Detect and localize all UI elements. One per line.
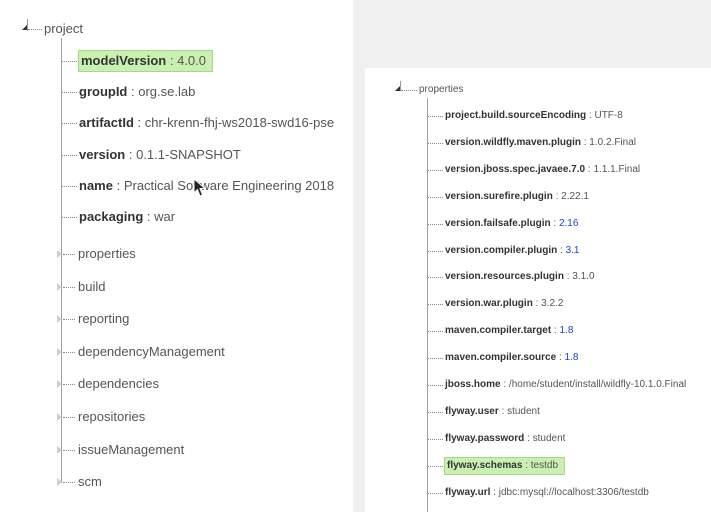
tree-leaf-version-war-plugin[interactable]: version.war.plugin : 3.2.2 [445, 296, 563, 312]
tree-node-issuemanagement[interactable]: issueManagement [78, 440, 184, 460]
leaf-key: project.build.sourceEncoding [445, 110, 587, 121]
leaf-key: modelVersion [81, 53, 167, 68]
leaf-key: name [79, 177, 113, 193]
leaf-key: jboss.home [445, 379, 501, 390]
project-tree-panel: project modelVersion : 4.0.0 groupId : or… [0, 0, 353, 512]
leaf-value: 3.1 [565, 244, 580, 256]
leaf-value: org.se.lab [138, 84, 196, 100]
leaf-key: maven.compiler.source [445, 352, 557, 364]
leaf-value: 2.16 [558, 217, 579, 229]
tree-node-properties[interactable]: properties [78, 244, 136, 264]
tree-leaf-maven-compiler-source[interactable]: maven.compiler.source : 1.8 [445, 350, 578, 366]
leaf-value: 4.0.0 [177, 53, 207, 68]
tree-node-scm[interactable]: scm [78, 472, 102, 492]
leaf-key: version.failsafe.plugin [445, 217, 551, 229]
leaf-key: version.jboss.spec.javaee.7.0 [445, 163, 586, 175]
tree-leaf-jboss-home[interactable]: jboss.home : /home/student/install/wildf… [445, 377, 686, 393]
leaf-value: jdbc:mysql://localhost:3306/testdb [498, 486, 649, 498]
tree-leaf-artifactid[interactable]: artifactId : chr-krenn-fhj-ws2018-swd16-… [79, 113, 334, 133]
leaf-key: version.surefire.plugin [445, 190, 553, 202]
expand-arrow-icon[interactable] [57, 250, 62, 258]
tree-leaf-version-compiler-plugin[interactable]: version.compiler.plugin : 3.1 [445, 243, 580, 259]
tree-leaf-modelversion[interactable]: modelVersion : 4.0.0 [77, 50, 214, 72]
leaf-value: chr-krenn-fhj-ws2018-swd16-pse [144, 115, 335, 131]
leaf-value: 0.1.1-SNAPSHOT [136, 146, 241, 162]
leaf-key: version.war.plugin [445, 298, 533, 310]
tree-leaf-flyway-schemas[interactable]: flyway.schemas : testdb [443, 456, 566, 475]
leaf-value: 3.2.2 [541, 298, 564, 310]
expand-arrow-icon[interactable] [57, 380, 62, 389]
tree-leaf-version[interactable]: version : 0.1.1-SNAPSHOT [79, 145, 241, 165]
expand-arrow-icon[interactable] [57, 315, 62, 324]
leaf-key: version [79, 146, 126, 162]
tree-leaf-flyway-user[interactable]: flyway.user : student [445, 404, 540, 420]
leaf-key: flyway.url [445, 486, 491, 498]
properties-tree-panel: properties project.build.sourceEncoding … [365, 68, 711, 512]
leaf-key: packaging [79, 209, 144, 224]
leaf-key: flyway.password [445, 432, 525, 444]
tree-leaf-version-surefire-plugin[interactable]: version.surefire.plugin : 2.22.1 [445, 189, 589, 205]
tree-leaf-version-jboss-spec-javaee-7-0[interactable]: version.jboss.spec.javaee.7.0 : 1.1.1.Fi… [445, 162, 640, 178]
leaf-key: version.resources.plugin [445, 271, 564, 283]
leaf-value: war [154, 209, 176, 224]
tree-node-properties[interactable]: properties [419, 82, 463, 98]
leaf-value: 1.1.1.Final [593, 163, 641, 175]
expand-arrow-icon[interactable] [57, 413, 62, 421]
leaf-key: artifactId [79, 115, 134, 131]
expand-arrow-icon[interactable] [57, 347, 62, 356]
tree-node-project[interactable]: project [44, 19, 83, 39]
expand-arrow-icon[interactable] [57, 478, 62, 487]
tree-leaf-maven-compiler-target[interactable]: maven.compiler.target : 1.8 [445, 323, 573, 339]
leaf-value: testdb [530, 459, 559, 471]
tree-node-dependencies[interactable]: dependencies [78, 374, 159, 394]
tree-leaf-flyway-password[interactable]: flyway.password : student [445, 431, 565, 447]
tree-leaf-project-build-sourceencoding[interactable]: project.build.sourceEncoding : UTF-8 [445, 108, 623, 124]
leaf-value: /home/student/install/wildfly-10.1.0.Fin… [508, 379, 687, 390]
expand-arrow-icon[interactable] [57, 445, 62, 454]
tree-leaf-packaging[interactable]: packaging : war [79, 207, 175, 227]
leaf-value: 1.8 [564, 352, 579, 364]
leaf-key: version.wildfly.maven.plugin [445, 136, 581, 148]
leaf-value: 1.0.2.Final [589, 136, 636, 148]
leaf-value: 2.22.1 [561, 190, 589, 202]
leaf-value: student [507, 405, 540, 417]
tree-node-dependencymanagement[interactable]: dependencyManagement [78, 342, 225, 362]
tree-leaf-groupid[interactable]: groupId : org.se.lab [79, 82, 195, 102]
leaf-key: groupId [79, 84, 128, 100]
tree-node-reporting[interactable]: reporting [78, 309, 129, 329]
leaf-key: flyway.schemas [447, 459, 523, 471]
leaf-value: Practical Software Engineering 2018 [123, 177, 335, 193]
leaf-key: flyway.user [445, 405, 499, 417]
tree-leaf-flyway-url[interactable]: flyway.url : jdbc:mysql://localhost:3306… [445, 485, 649, 501]
tree-node-repositories[interactable]: repositories [78, 407, 145, 427]
expand-arrow-icon[interactable] [57, 282, 62, 291]
tree-leaf-version-wildfly-maven-plugin[interactable]: version.wildfly.maven.plugin : 1.0.2.Fin… [445, 135, 636, 151]
tree-leaf-version-failsafe-plugin[interactable]: version.failsafe.plugin : 2.16 [445, 216, 578, 232]
leaf-value: UTF-8 [594, 110, 623, 121]
leaf-value: student [532, 432, 566, 444]
tree-node-build[interactable]: build [78, 277, 105, 297]
leaf-key: maven.compiler.target [445, 325, 552, 337]
leaf-value: 1.8 [559, 325, 574, 337]
mouse-cursor-icon [193, 178, 207, 197]
leaf-value: 3.1.0 [572, 271, 595, 283]
tree-leaf-version-resources-plugin[interactable]: version.resources.plugin : 3.1.0 [445, 269, 595, 285]
leaf-key: version.compiler.plugin [445, 244, 558, 256]
